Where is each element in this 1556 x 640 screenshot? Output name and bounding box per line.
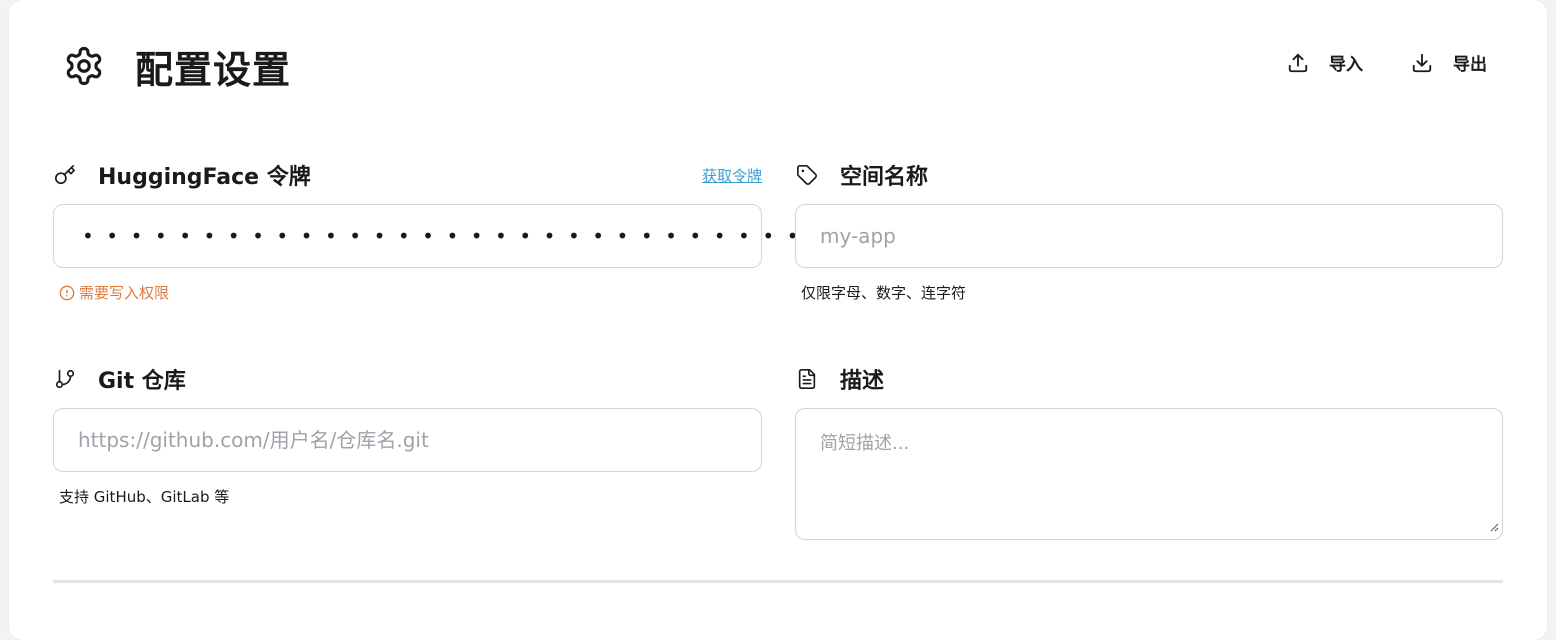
git-label-row: Git 仓库 — [53, 364, 762, 394]
token-hint-text: 需要写入权限 — [79, 284, 170, 302]
page-header: 配置设置 — [63, 40, 291, 92]
git-label: Git 仓库 — [98, 369, 186, 394]
space-name-input[interactable] — [818, 223, 1482, 249]
file-text-icon — [795, 367, 819, 391]
space-hint: 仅限字母、数字、连字符 — [801, 284, 967, 302]
download-icon — [1411, 52, 1433, 74]
resize-handle-icon[interactable] — [1489, 517, 1499, 536]
token-input[interactable]: •••••••••••••••••••••••••••••••• — [53, 204, 934, 268]
space-name-field: 空间名称 仅限字母、数字、连字符 — [795, 160, 1503, 303]
export-label: 导出 — [1453, 55, 1487, 75]
import-button[interactable]: 导入 — [1287, 50, 1363, 75]
token-hint: 需要写入权限 — [53, 282, 762, 303]
space-label-row: 空间名称 — [795, 160, 1503, 190]
space-label: 空间名称 — [840, 165, 929, 190]
key-icon — [53, 163, 77, 187]
token-field: HuggingFace 令牌 获取令牌 ••••••••••••••••••••… — [53, 160, 934, 303]
tag-icon — [795, 163, 819, 187]
git-branch-icon — [53, 367, 77, 391]
get-token-link[interactable]: 获取令牌 — [702, 165, 762, 186]
gear-icon — [63, 45, 105, 87]
space-name-input-box[interactable] — [795, 204, 1503, 268]
section-divider — [53, 580, 1503, 583]
token-masked-value[interactable]: •••••••••••••••••••••••••••••••• — [76, 224, 860, 248]
description-field: 描述 — [795, 364, 1503, 540]
export-button[interactable]: 导出 — [1411, 50, 1487, 75]
settings-card: 配置设置 导入 导出 HuggingFace 令牌 获取令牌 •••••••••… — [9, 0, 1547, 640]
description-textarea-box[interactable] — [795, 408, 1503, 540]
toolbar: 导入 导出 — [1287, 50, 1487, 75]
import-label: 导入 — [1329, 55, 1363, 75]
upload-icon — [1287, 52, 1309, 74]
token-label: HuggingFace 令牌 — [98, 165, 311, 190]
desc-label: 描述 — [840, 369, 885, 394]
git-repo-input[interactable] — [76, 427, 741, 453]
desc-label-row: 描述 — [795, 364, 1503, 394]
token-label-row: HuggingFace 令牌 获取令牌 — [53, 160, 762, 190]
page-title: 配置设置 — [135, 47, 292, 92]
alert-circle-icon — [59, 285, 75, 301]
git-repo-field: Git 仓库 支持 GitHub、GitLab 等 — [53, 364, 762, 507]
git-repo-input-box[interactable] — [53, 408, 762, 472]
description-textarea[interactable] — [818, 427, 1484, 525]
git-hint: 支持 GitHub、GitLab 等 — [59, 488, 230, 506]
